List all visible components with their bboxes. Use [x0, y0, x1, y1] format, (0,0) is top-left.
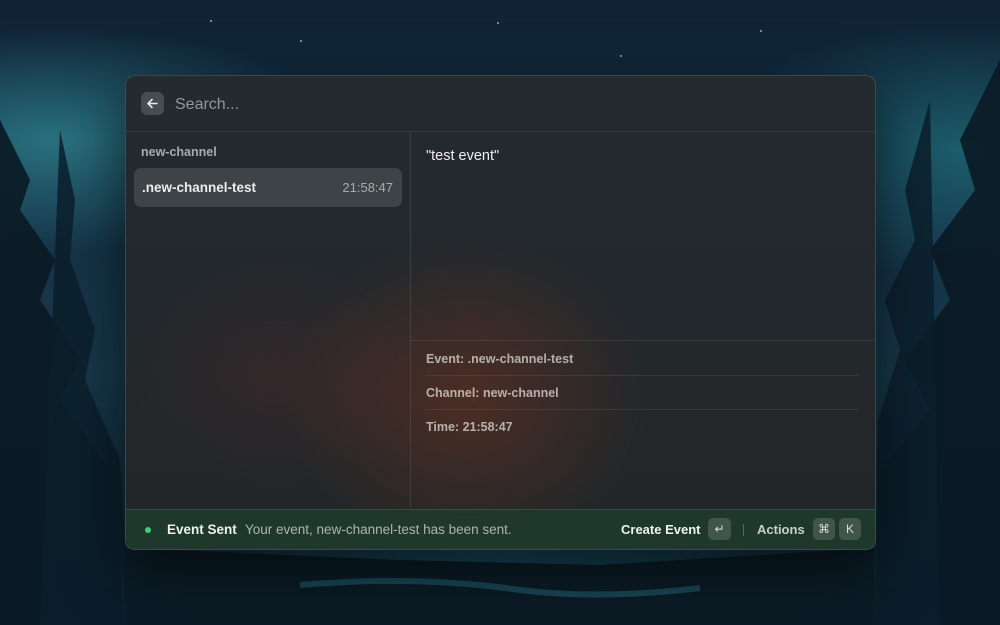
- action-bar: Event Sent Your event, new-channel-test …: [126, 509, 875, 549]
- metadata-panel: Event: .new-channel-test Channel: new-ch…: [411, 340, 875, 510]
- search-bar: [126, 76, 875, 132]
- command-key-hint: ⌘: [813, 518, 835, 540]
- footer-divider: [743, 524, 744, 536]
- success-dot-icon: [145, 527, 151, 533]
- back-button[interactable]: [141, 92, 164, 115]
- section-title: new-channel: [141, 145, 217, 159]
- create-event-button[interactable]: Create Event: [621, 522, 700, 537]
- event-content: "test event": [426, 148, 500, 164]
- list-item[interactable]: .new-channel-test 21:58:47: [134, 168, 402, 207]
- list-item-time: 21:58:47: [342, 180, 393, 195]
- metadata-channel: Channel: new-channel: [426, 386, 559, 400]
- launcher-window: new-channel .new-channel-test 21:58:47 "…: [125, 75, 876, 550]
- metadata-row-time: Time: 21:58:47: [426, 409, 859, 443]
- list-item-title: .new-channel-test: [142, 180, 257, 195]
- metadata-row-event: Event: .new-channel-test: [426, 341, 859, 376]
- k-key-hint: K: [839, 518, 861, 540]
- search-input[interactable]: [173, 91, 777, 118]
- detail-panel: "test event" Event: .new-channel-test Ch…: [411, 132, 875, 509]
- event-list: new-channel .new-channel-test 21:58:47: [126, 132, 411, 509]
- enter-key-hint: ↵: [708, 518, 731, 540]
- metadata-time: Time: 21:58:47: [426, 420, 513, 434]
- toast-title: Event Sent: [167, 522, 237, 537]
- actions-button[interactable]: Actions: [757, 522, 805, 537]
- metadata-row-channel: Channel: new-channel: [426, 375, 859, 410]
- toast-message: Your event, new-channel-test has been se…: [245, 522, 512, 537]
- arrow-left-icon: [147, 98, 158, 109]
- metadata-event: Event: .new-channel-test: [426, 352, 574, 366]
